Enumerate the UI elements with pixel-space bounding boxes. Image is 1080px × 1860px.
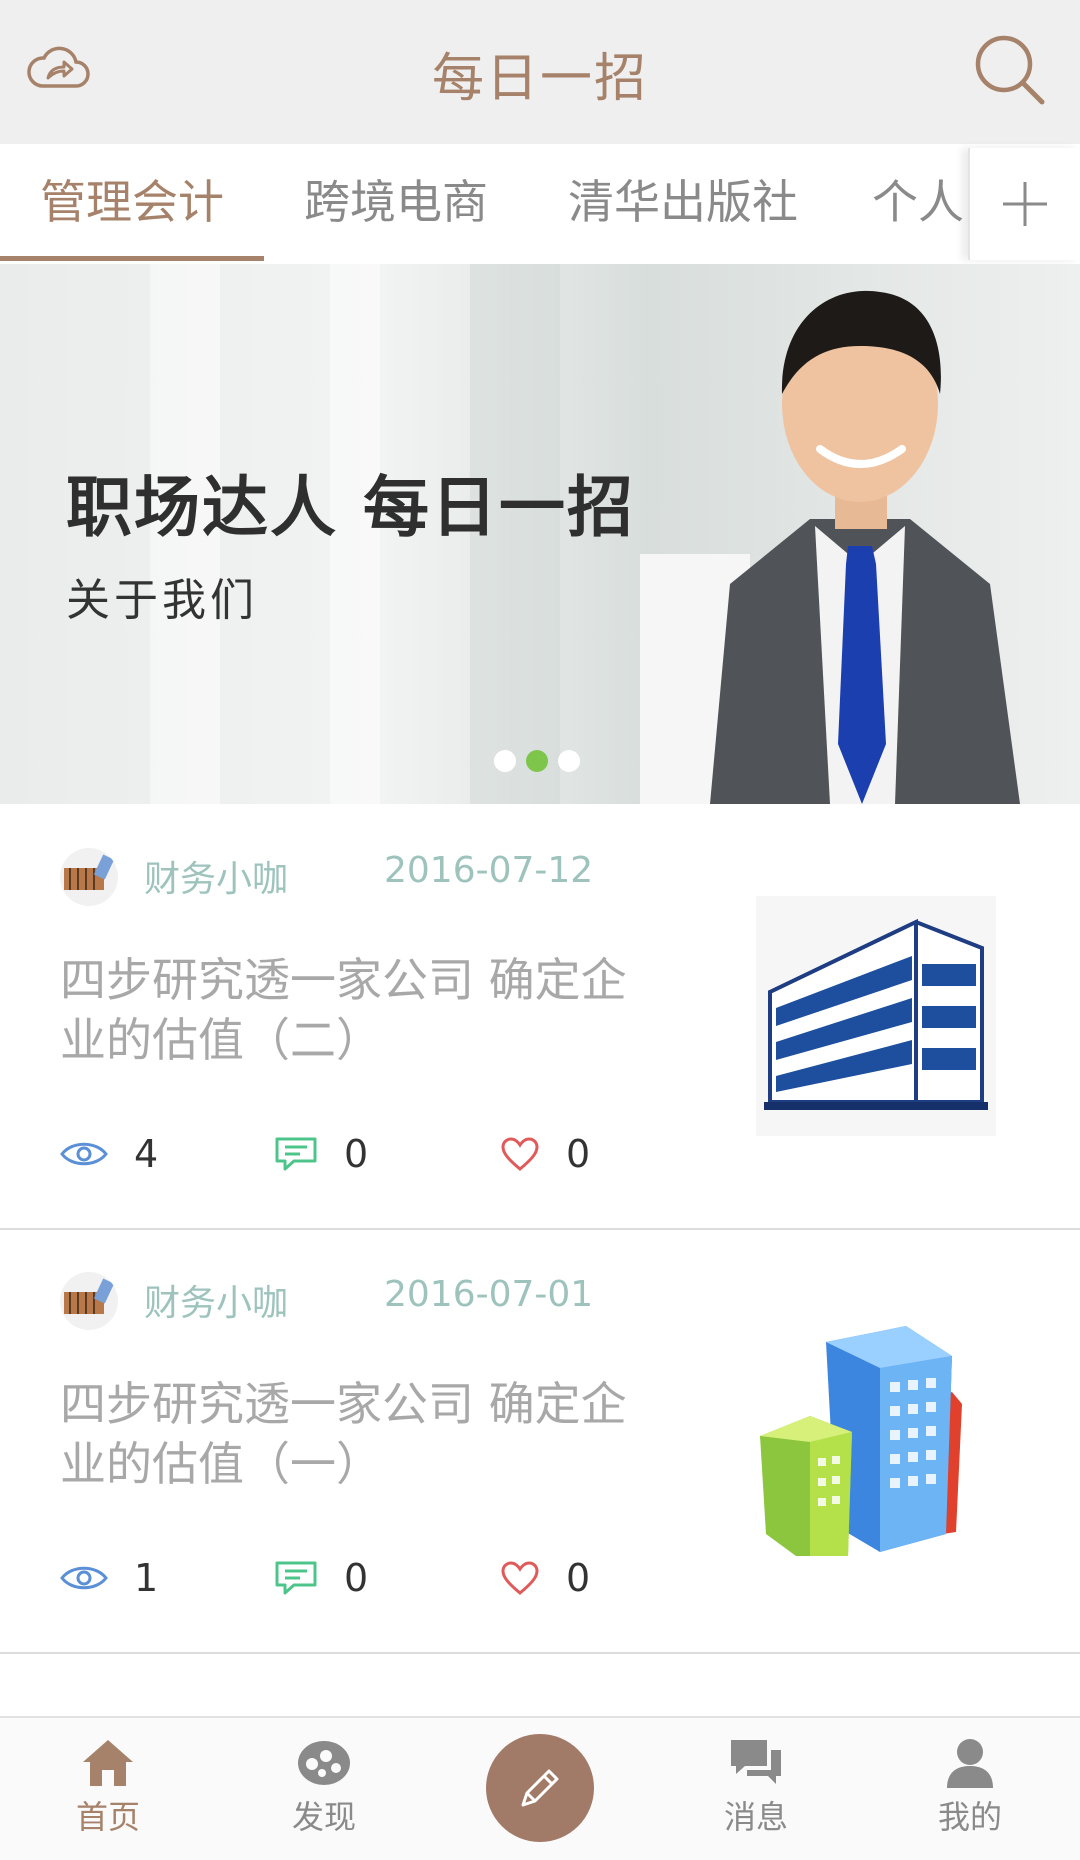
office-building-icon xyxy=(764,918,988,1110)
post-date: 2016-07-01 xyxy=(384,1274,594,1315)
tab-cross-border-ecommerce[interactable]: 跨境电商 xyxy=(264,144,528,264)
article-card[interactable]: 财务小咖 2016-07-01 四步研究透一家公司 确定企业的估值（一） 1 0… xyxy=(0,1230,1080,1654)
comment-icon xyxy=(275,1561,317,1595)
post-date: 2016-07-12 xyxy=(384,850,594,891)
article-title[interactable]: 四步研究透一家公司 确定企业的估值（一） xyxy=(60,1374,660,1494)
like-count[interactable]: 0 xyxy=(500,1556,590,1600)
businessman-photo xyxy=(640,290,1020,804)
comment-count-value: 0 xyxy=(344,1556,369,1600)
author-avatar[interactable] xyxy=(60,848,118,906)
like-count-value: 0 xyxy=(566,1556,591,1600)
view-count-value: 1 xyxy=(134,1556,159,1600)
carousel-dot-active[interactable] xyxy=(526,750,548,772)
carousel-dot[interactable] xyxy=(494,750,516,772)
nav-discover-label: 发现 xyxy=(291,1798,356,1836)
comment-icon xyxy=(275,1137,317,1171)
plus-icon xyxy=(1003,182,1047,226)
app-header: 每日一招 xyxy=(0,0,1080,144)
pencil-icon xyxy=(521,1769,559,1807)
promo-banner[interactable]: 职场达人 每日一招 关于我们 xyxy=(0,264,1080,804)
planet-icon xyxy=(298,1741,350,1785)
user-icon xyxy=(947,1739,993,1788)
nav-messages-label: 消息 xyxy=(723,1798,788,1836)
like-count[interactable]: 0 xyxy=(500,1132,590,1176)
article-thumbnail[interactable] xyxy=(756,1320,996,1560)
nav-home-label: 首页 xyxy=(75,1798,140,1836)
add-tab-button[interactable] xyxy=(968,148,1080,260)
page-title: 每日一招 xyxy=(431,49,648,109)
banner-subtitle[interactable]: 关于我们 xyxy=(66,564,258,628)
nav-mine-label: 我的 xyxy=(937,1798,1002,1836)
heart-icon xyxy=(501,1561,539,1595)
heart-icon xyxy=(501,1137,539,1171)
nav-messages[interactable]: 消息 xyxy=(686,1736,826,1838)
search-icon[interactable] xyxy=(972,32,1052,105)
view-count: 4 xyxy=(60,1132,158,1176)
nav-discover[interactable]: 发现 xyxy=(254,1736,394,1838)
home-icon xyxy=(83,1740,133,1786)
carousel-dot[interactable] xyxy=(558,750,580,772)
nav-home[interactable]: 首页 xyxy=(38,1736,178,1838)
tab-personal[interactable]: 个人 xyxy=(872,144,964,264)
comment-count[interactable]: 0 xyxy=(274,1556,368,1600)
chat-bubbles-icon xyxy=(731,1740,781,1784)
tab-management-accounting[interactable]: 管理会计 xyxy=(0,144,264,264)
active-tab-indicator xyxy=(0,256,264,261)
eye-icon xyxy=(60,1566,108,1590)
article-card[interactable]: 财务小咖 2016-07-12 四步研究透一家公司 确定企业的估值（二） 4 0 xyxy=(0,806,1080,1230)
compose-button[interactable] xyxy=(486,1734,594,1842)
view-count: 1 xyxy=(60,1556,158,1600)
author-name[interactable]: 财务小咖 xyxy=(144,850,288,902)
tab-tsinghua-press[interactable]: 清华出版社 xyxy=(528,144,838,264)
article-title[interactable]: 四步研究透一家公司 确定企业的估值（二） xyxy=(60,950,660,1070)
nav-mine[interactable]: 我的 xyxy=(900,1736,1040,1838)
comment-count-value: 0 xyxy=(344,1132,369,1176)
comment-count[interactable]: 0 xyxy=(274,1132,368,1176)
colorful-buildings-icon xyxy=(760,1326,962,1556)
author-name[interactable]: 财务小咖 xyxy=(144,1274,288,1326)
article-thumbnail[interactable] xyxy=(756,896,996,1136)
category-tabs: 管理会计 跨境电商 清华出版社 个人 xyxy=(0,144,1080,264)
view-count-value: 4 xyxy=(134,1132,159,1176)
author-avatar[interactable] xyxy=(60,1272,118,1330)
banner-headline: 职场达人 每日一招 xyxy=(66,469,635,546)
like-count-value: 0 xyxy=(566,1132,591,1176)
carousel-indicators xyxy=(494,750,580,772)
eye-icon xyxy=(60,1142,108,1166)
